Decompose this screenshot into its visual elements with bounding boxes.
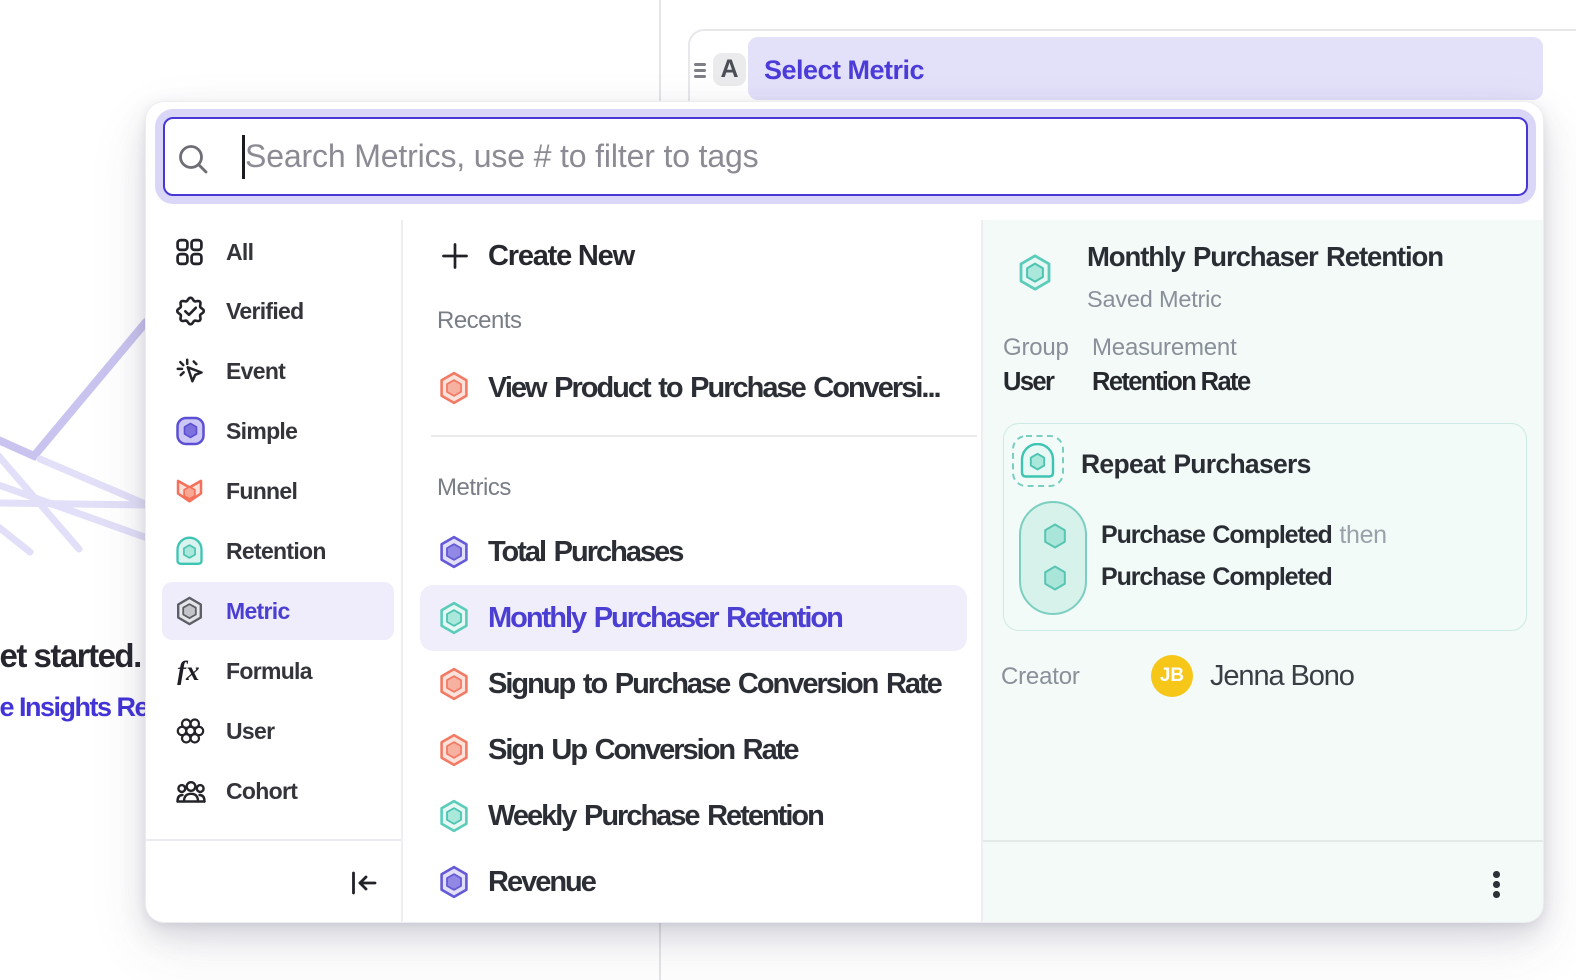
svg-text:fx: fx xyxy=(177,657,200,685)
